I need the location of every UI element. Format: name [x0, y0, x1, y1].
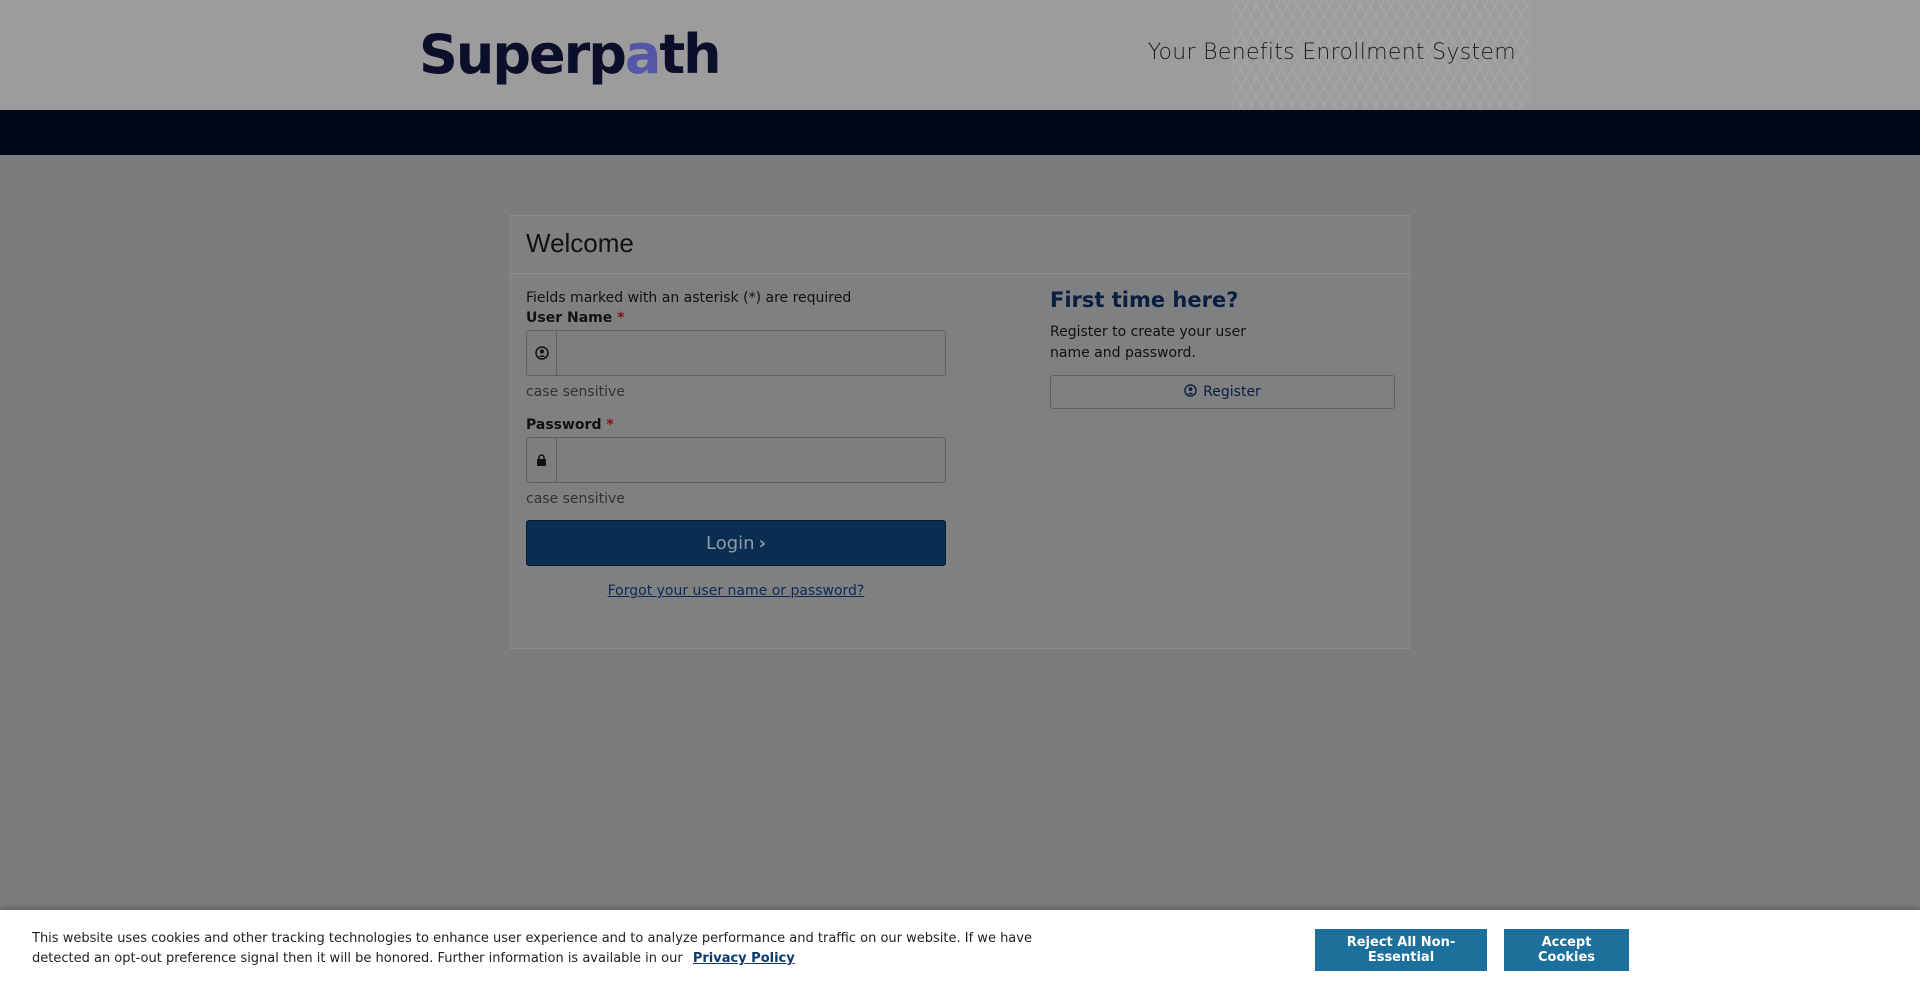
- password-input-group: [526, 437, 946, 483]
- username-input[interactable]: [557, 331, 945, 375]
- required-asterisk: *: [606, 417, 614, 433]
- cookie-banner-text: This website uses cookies and other trac…: [32, 929, 1042, 969]
- login-button[interactable]: Login ›: [526, 520, 946, 566]
- lock-icon: [527, 438, 557, 482]
- reject-cookies-button[interactable]: Reject All Non-Essential: [1315, 929, 1487, 971]
- accept-cookies-button[interactable]: Accept Cookies: [1504, 929, 1629, 971]
- chevron-right-icon: ›: [758, 532, 766, 554]
- register-button[interactable]: Register: [1050, 375, 1395, 409]
- privacy-policy-link[interactable]: Privacy Policy: [693, 951, 795, 966]
- required-asterisk: *: [617, 310, 625, 326]
- username-label: User Name *: [526, 310, 946, 326]
- logo-text-accent: a: [624, 23, 661, 86]
- logo-text-end: th: [659, 23, 721, 86]
- site-tagline: Your Benefits Enrollment System: [1147, 40, 1516, 65]
- login-form: Fields marked with an asterisk (*) are r…: [526, 290, 946, 599]
- user-circle-icon: [1184, 383, 1197, 401]
- username-help-text: case sensitive: [526, 384, 625, 400]
- site-header: Superpath Your Benefits Enrollment Syste…: [0, 0, 1920, 110]
- forgot-credentials-link[interactable]: Forgot your user name or password?: [526, 583, 946, 599]
- logo-text-start: Superp: [419, 23, 627, 86]
- username-label-text: User Name: [526, 310, 613, 326]
- login-button-label: Login: [706, 532, 755, 554]
- card-title: Welcome: [511, 216, 1409, 274]
- superpath-logo[interactable]: Superpath: [419, 20, 722, 90]
- username-input-group: [526, 330, 946, 376]
- user-circle-icon: [527, 331, 557, 375]
- password-input[interactable]: [557, 438, 945, 482]
- password-help-text: case sensitive: [526, 491, 625, 507]
- login-card: Welcome Fields marked with an asterisk (…: [510, 215, 1410, 649]
- register-button-label: Register: [1203, 384, 1261, 400]
- password-label: Password *: [526, 417, 946, 433]
- first-time-section: First time here? Register to create your…: [1050, 288, 1395, 409]
- nav-bar: [0, 110, 1920, 155]
- cookie-banner: This website uses cookies and other trac…: [0, 910, 1920, 993]
- required-fields-note: Fields marked with an asterisk (*) are r…: [526, 290, 852, 306]
- first-time-text: Register to create your user name and pa…: [1050, 324, 1246, 361]
- first-time-title: First time here?: [1050, 288, 1239, 312]
- password-label-text: Password: [526, 417, 602, 433]
- cookie-message: This website uses cookies and other trac…: [32, 931, 1032, 966]
